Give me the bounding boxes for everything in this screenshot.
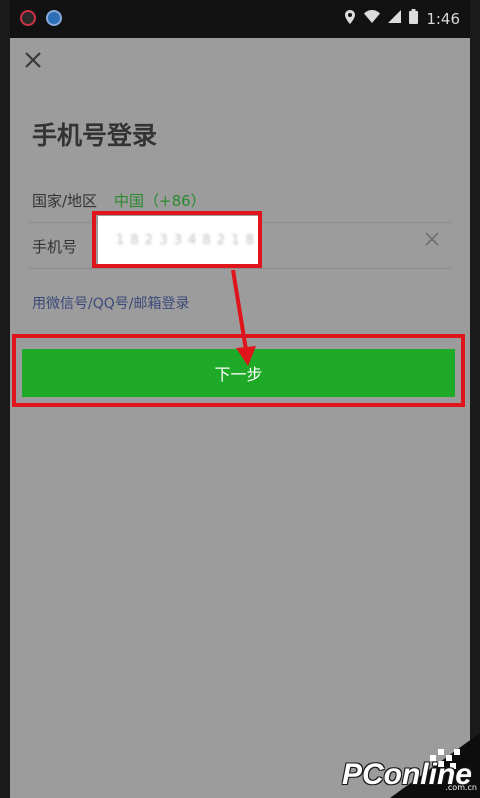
watermark-suffix: .com.cn (445, 783, 477, 792)
watermark-logo: PConline .com.cn (330, 733, 480, 798)
arrow-icon (231, 269, 256, 366)
phone-screen: 1:46 手机号登录 国家/地区 中国（+86） 手机号 1 8 2 3 3 4… (10, 0, 470, 798)
